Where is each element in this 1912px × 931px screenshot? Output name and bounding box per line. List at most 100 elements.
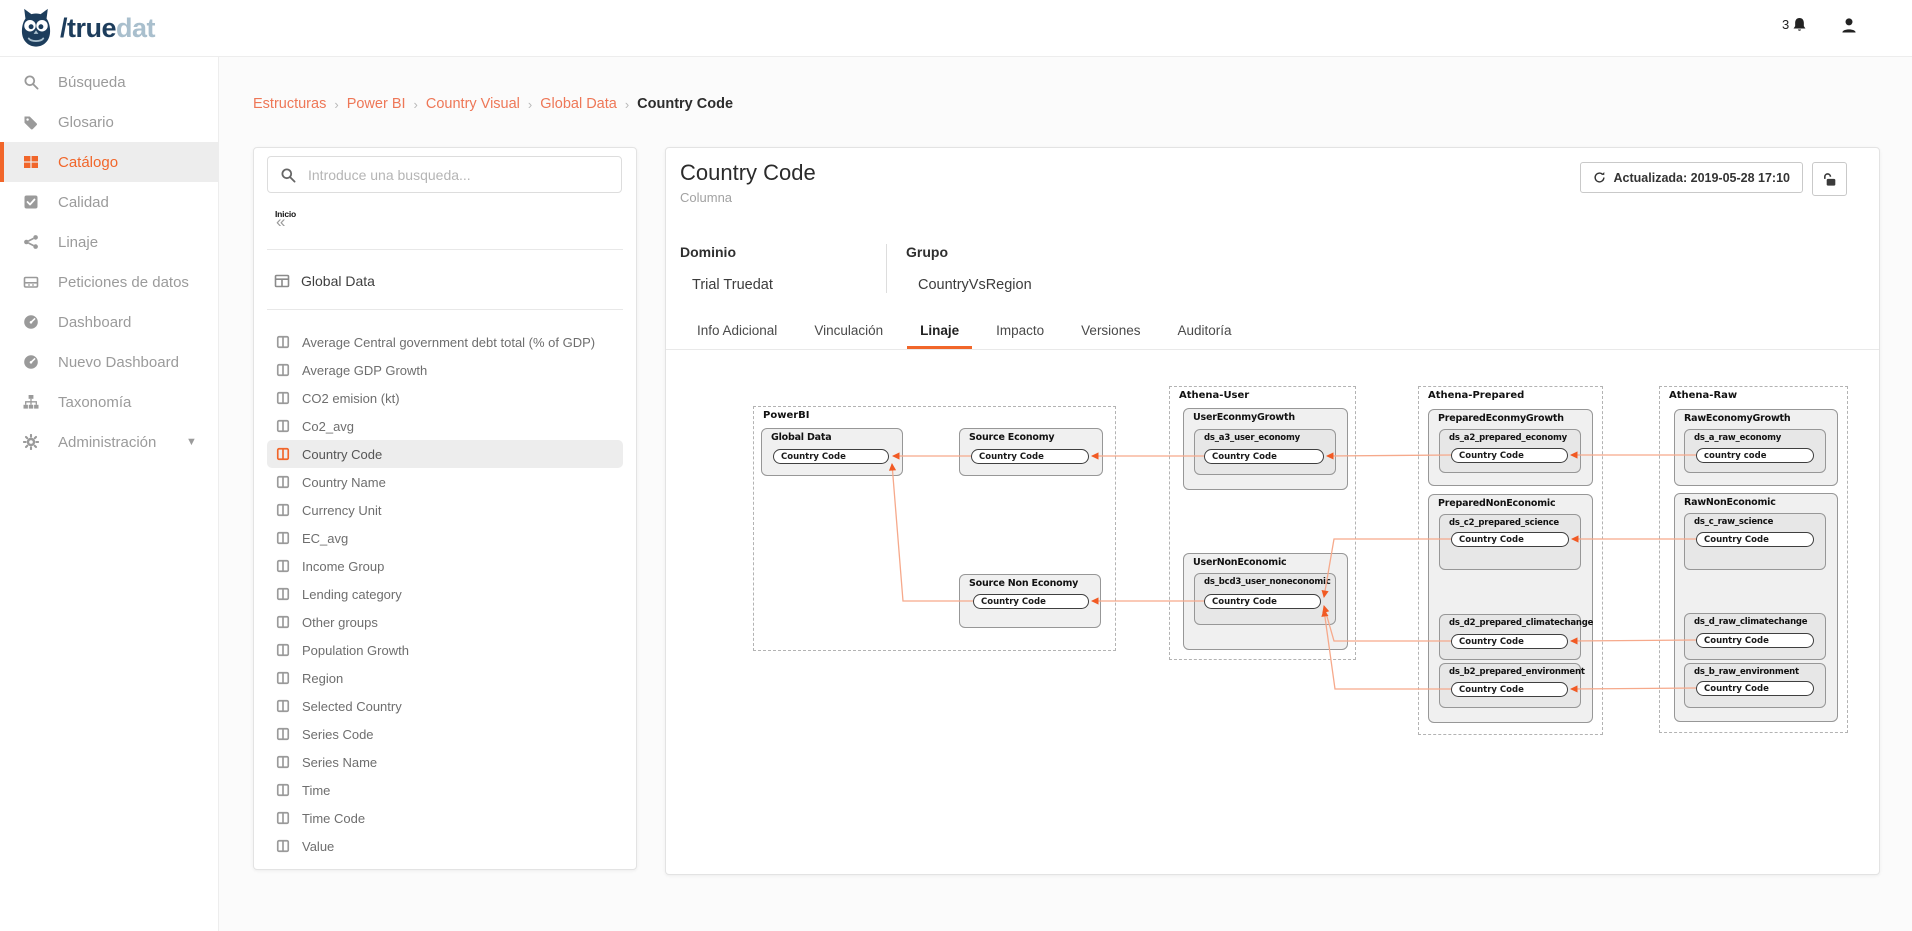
- lineage-field-pill[interactable]: Country Code: [1451, 532, 1569, 547]
- unlock-icon: [1822, 172, 1837, 187]
- lineage-field-pill[interactable]: Country Code: [1696, 681, 1814, 696]
- sidebar-item-nuevo-dashboard[interactable]: Nuevo Dashboard: [0, 342, 218, 382]
- column-icon: [276, 475, 290, 489]
- explorer-item[interactable]: Time Code: [267, 804, 623, 832]
- sidebar-item-calidad[interactable]: Calidad: [0, 182, 218, 222]
- explorer-item-selected[interactable]: Country Code: [267, 440, 623, 468]
- explorer-item[interactable]: Currency Unit: [267, 496, 623, 524]
- explorer-parent-item[interactable]: Global Data: [254, 266, 636, 296]
- gauge-icon: [23, 354, 39, 370]
- sidebar-item-linaje[interactable]: Linaje: [0, 222, 218, 262]
- tab-linaje[interactable]: Linaje: [907, 315, 972, 349]
- tab-impacto[interactable]: Impacto: [983, 315, 1057, 349]
- breadcrumb-separator: ›: [625, 97, 629, 112]
- column-icon: [276, 643, 290, 657]
- column-icon: [276, 615, 290, 629]
- search-icon: [280, 167, 296, 183]
- lineage-field-pill[interactable]: Country Code: [1451, 634, 1568, 649]
- lineage-field-pill[interactable]: Country Code: [1204, 449, 1324, 464]
- explorer-item[interactable]: Selected Country: [267, 692, 623, 720]
- top-header: /truedat 3: [0, 0, 1912, 57]
- lineage-field-pill[interactable]: Country Code: [971, 449, 1089, 464]
- sidebar-item-busqueda[interactable]: Búsqueda: [0, 62, 218, 102]
- breadcrumb-link[interactable]: Country Visual: [426, 96, 520, 112]
- table-icon: [274, 273, 290, 289]
- breadcrumb: Estructuras › Power BI › Country Visual …: [253, 96, 733, 112]
- column-icon: [276, 531, 290, 545]
- sidebar-item-administracion[interactable]: Administración▼: [0, 422, 218, 462]
- breadcrumb-link[interactable]: Power BI: [347, 96, 406, 112]
- notification-count: 3: [1782, 17, 1789, 32]
- explorer-item[interactable]: Average Central government debt total (%…: [267, 328, 623, 356]
- domain-value: Trial Truedat: [692, 277, 886, 293]
- column-icon: [276, 811, 290, 825]
- structure-type: Columna: [680, 190, 732, 205]
- sidebar-item-glosario[interactable]: Glosario: [0, 102, 218, 142]
- refresh-updated-button[interactable]: Actualizada: 2019-05-28 17:10: [1580, 162, 1803, 193]
- column-icon: [276, 699, 290, 713]
- tab-versiones[interactable]: Versiones: [1068, 315, 1153, 349]
- app-page: /truedat 3 Búsqueda Glosario Catálogo Ca…: [0, 0, 1912, 931]
- search-icon: [23, 74, 39, 90]
- breadcrumb-link[interactable]: Estructuras: [253, 96, 326, 112]
- lock-button[interactable]: [1812, 162, 1847, 196]
- explorer-item[interactable]: Country Name: [267, 468, 623, 496]
- sidebar-item-peticiones[interactable]: Peticiones de datos: [0, 262, 218, 302]
- lineage-field-pill[interactable]: Country Code: [1451, 682, 1568, 697]
- truedat-logo[interactable]: /truedat: [16, 8, 155, 48]
- explorer-item[interactable]: Average GDP Growth: [267, 356, 623, 384]
- detail-tabs: Info Adicional Vinculación Linaje Impact…: [666, 315, 1879, 350]
- column-icon: [276, 755, 290, 769]
- explorer-item[interactable]: Other groups: [267, 608, 623, 636]
- explorer-item[interactable]: Region: [267, 664, 623, 692]
- lineage-field-pill[interactable]: Country Code: [1696, 532, 1814, 547]
- breadcrumb-separator: ›: [334, 97, 338, 112]
- column-icon: [276, 727, 290, 741]
- check-square-icon: [23, 194, 39, 210]
- refresh-icon: [1593, 171, 1606, 184]
- explorer-item[interactable]: Lending category: [267, 580, 623, 608]
- divider: [886, 244, 887, 293]
- tags-icon: [23, 114, 39, 130]
- lineage-field-pill[interactable]: Country Code: [773, 449, 889, 464]
- explorer-search: [267, 156, 622, 193]
- sitemap-icon: [23, 394, 39, 410]
- breadcrumb-link[interactable]: Global Data: [540, 96, 617, 112]
- tab-info-adicional[interactable]: Info Adicional: [684, 315, 790, 349]
- notifications-button[interactable]: 3: [1782, 16, 1808, 33]
- explorer-item[interactable]: Value: [267, 832, 623, 860]
- lineage-field-pill[interactable]: Country Code: [1451, 448, 1568, 463]
- search-input[interactable]: [306, 166, 621, 184]
- explorer-item[interactable]: Series Code: [267, 720, 623, 748]
- gauge-icon: [23, 314, 39, 330]
- explorer-item[interactable]: CO2 emision (kt): [267, 384, 623, 412]
- column-icon: [276, 363, 290, 377]
- explorer-item[interactable]: Co2_avg: [267, 412, 623, 440]
- lineage-field-pill[interactable]: country code: [1696, 448, 1814, 463]
- gear-icon: [23, 434, 39, 450]
- breadcrumb-current: Country Code: [637, 96, 733, 112]
- column-icon: [276, 783, 290, 797]
- column-icon: [276, 335, 290, 349]
- divider: [267, 249, 623, 250]
- column-icon: [276, 559, 290, 573]
- user-menu-icon[interactable]: [1840, 16, 1858, 34]
- back-to-inicio[interactable]: « Inicio: [254, 206, 636, 236]
- tab-auditoria[interactable]: Auditoría: [1164, 315, 1244, 349]
- column-icon: [276, 391, 290, 405]
- explorer-item[interactable]: Income Group: [267, 552, 623, 580]
- structure-detail-card: Country Code Columna Actualizada: 2019-0…: [665, 147, 1880, 875]
- tab-vinculacion[interactable]: Vinculación: [801, 315, 896, 349]
- lineage-field-pill[interactable]: Country Code: [973, 594, 1089, 609]
- explorer-item[interactable]: Population Growth: [267, 636, 623, 664]
- explorer-item[interactable]: Series Name: [267, 748, 623, 776]
- sidebar-item-taxonomia[interactable]: Taxonomía: [0, 382, 218, 422]
- sidebar-item-dashboard[interactable]: Dashboard: [0, 302, 218, 342]
- breadcrumb-separator: ›: [528, 97, 532, 112]
- column-icon: [276, 447, 290, 461]
- explorer-item[interactable]: Time: [267, 776, 623, 804]
- lineage-field-pill[interactable]: Country Code: [1204, 594, 1321, 609]
- lineage-field-pill[interactable]: Country Code: [1696, 633, 1814, 648]
- explorer-item[interactable]: EC_avg: [267, 524, 623, 552]
- sidebar-item-catalogo[interactable]: Catálogo: [0, 142, 218, 182]
